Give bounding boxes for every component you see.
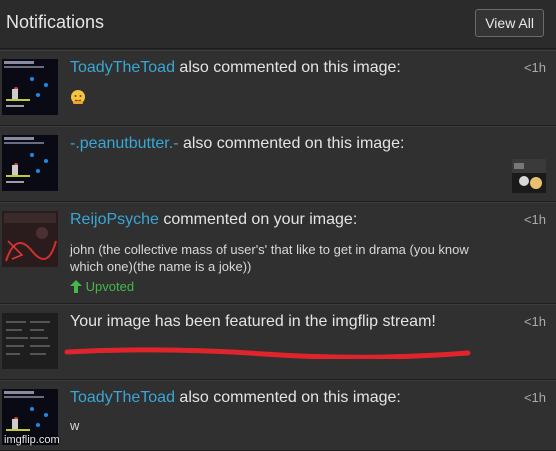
username-link[interactable]: ToadyTheToad bbox=[70, 59, 175, 76]
username-link[interactable]: ToadyTheToad bbox=[70, 389, 175, 406]
arrow-up-icon bbox=[70, 280, 82, 296]
notification-message: ToadyTheToad also commented on this imag… bbox=[70, 389, 401, 406]
notification-message: -.peanutbutter.- also commented on this … bbox=[70, 135, 405, 152]
timestamp: <1h bbox=[523, 390, 546, 405]
page-title: Notifications bbox=[6, 12, 105, 32]
notification-message: Your image has been featured in the imgf… bbox=[70, 313, 436, 330]
red-underline-annotation bbox=[64, 347, 471, 359]
notification-item[interactable]: ReijoPsyche commented on your image: <1h… bbox=[0, 202, 556, 304]
imgflip-watermark: imgflip.com bbox=[4, 434, 60, 446]
upvoted-label: Upvoted bbox=[85, 279, 135, 294]
comment-text: w bbox=[70, 418, 80, 433]
notifications-header: Notifications View All bbox=[0, 0, 556, 49]
notification-item[interactable]: -.peanutbutter.- also commented on this … bbox=[0, 126, 556, 202]
image-thumbnail[interactable] bbox=[2, 135, 58, 191]
view-all-button[interactable]: View All bbox=[475, 9, 544, 37]
timestamp: <1h bbox=[523, 212, 546, 227]
username-link[interactable]: -.peanutbutter.- bbox=[70, 135, 179, 152]
emoji-icon bbox=[70, 89, 86, 110]
upvoted-status: Upvoted bbox=[70, 279, 134, 296]
timestamp: <1h bbox=[523, 60, 546, 75]
username-link[interactable]: ReijoPsyche bbox=[70, 211, 159, 228]
comment-text: john (the collective mass of user's' tha… bbox=[70, 242, 469, 274]
timestamp: <1h bbox=[523, 314, 546, 329]
notification-item[interactable]: ToadyTheToad also commented on this imag… bbox=[0, 50, 556, 126]
image-thumbnail[interactable] bbox=[2, 59, 58, 115]
image-thumbnail[interactable] bbox=[2, 313, 58, 369]
notification-message: ReijoPsyche commented on your image: bbox=[70, 211, 358, 228]
notification-item[interactable]: ToadyTheToad also commented on this imag… bbox=[0, 380, 556, 451]
notification-message: ToadyTheToad also commented on this imag… bbox=[70, 59, 401, 76]
comment-image-thumbnail[interactable] bbox=[512, 159, 546, 193]
image-thumbnail[interactable] bbox=[2, 211, 58, 267]
notification-item[interactable]: Your image has been featured in the imgf… bbox=[0, 304, 556, 380]
